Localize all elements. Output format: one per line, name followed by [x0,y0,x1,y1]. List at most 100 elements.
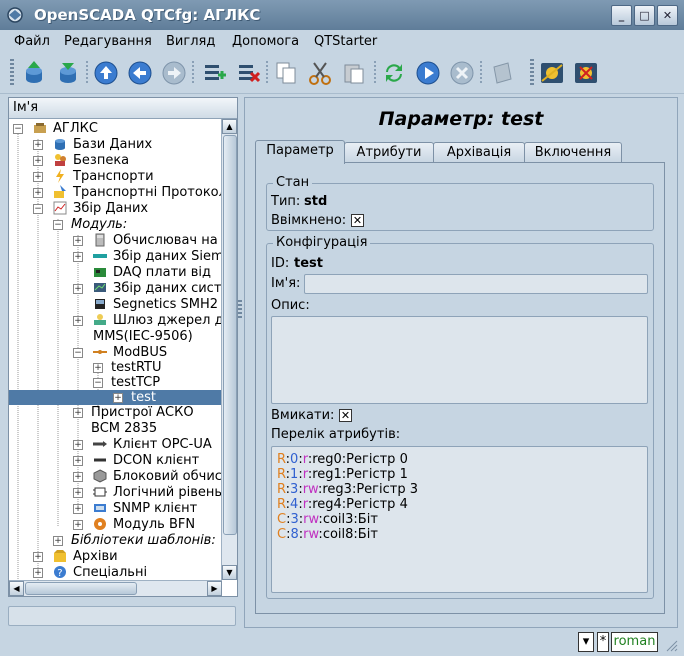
menu-view[interactable]: Вигляд [166,34,215,49]
tree-item-station[interactable]: − АГЛКС [9,121,221,136]
cut-icon[interactable] [306,59,334,87]
tree-item-specials[interactable]: +? Спеціальні [9,565,221,580]
state-group: Стан Тип: std Ввімкнено: ✕ [266,175,654,231]
snmp-icon [94,504,106,512]
content-panel: Параметр: test Параметр Атрибути Архівац… [244,97,678,628]
tree-item-template-libs[interactable]: + Бібліотеки шаблонів: [9,533,221,548]
status-modified-indicator: * [597,632,609,652]
tree-item-security[interactable]: + Безпека [9,153,221,168]
tree-item-databases[interactable]: + Бази Даних [9,137,221,152]
menu-qtstarter[interactable]: QTStarter [314,34,377,49]
status-user[interactable]: roman [611,632,658,652]
tree-item-testtcp[interactable]: − testTCP [9,375,221,390]
tree-item-system-daq[interactable]: +Збір даних систем [9,281,221,296]
tab-parameter[interactable]: Параметр [255,140,345,164]
connect-station-icon[interactable] [538,59,566,87]
minimize-button[interactable]: _ [611,5,632,26]
toolbar-separator [374,61,376,85]
vertical-scroll-thumb[interactable] [223,135,237,535]
bfn-icon [94,518,106,530]
attr-list-label: Перелік атрибутів: [271,427,401,442]
resize-grip-icon[interactable] [664,638,678,652]
tree-item-gateway[interactable]: + Шлюз джерел д [9,313,221,328]
tab-attributes[interactable]: Атрибути [344,142,434,163]
tree-item-dcon[interactable]: + DCON клієнт [9,453,221,468]
tree-item-opcua[interactable]: + Клієнт OPC-UA [9,437,221,452]
tab-archiving[interactable]: Архівація [433,142,525,163]
tree-item-modules-group[interactable]: − Модуль: [9,217,221,232]
tree-item-testrtu[interactable]: + testRTU [9,360,221,375]
block-icon [93,469,107,483]
info-icon[interactable] [488,59,516,87]
tree-header[interactable]: Ім'я [9,98,237,119]
users-icon [55,154,66,166]
paste-icon[interactable] [340,59,368,87]
close-button[interactable]: ✕ [657,5,678,26]
tree-item-bfn[interactable]: + Модуль BFN [9,517,221,532]
stop-icon[interactable] [448,59,476,87]
tree-item-modbus[interactable]: − ModBUS [9,345,221,360]
description-label: Опис: [271,298,310,313]
tree-item-snmp[interactable]: + SNMP клієнт [9,501,221,516]
station-icon [34,123,46,133]
toolbar-separator [480,61,482,85]
tree-item-test[interactable]: + test [9,390,221,405]
menu-file[interactable]: Файл [14,34,50,49]
tree-item-bcm[interactable]: BCM 2835 [9,421,221,436]
tree-item-archives[interactable]: + Архіви [9,549,221,564]
type-value: std [304,194,328,209]
tree-item-block-calc[interactable]: + Блоковий обчис [9,469,221,484]
description-textarea[interactable] [271,316,648,404]
name-input[interactable] [304,274,648,294]
toolbar-separator [192,61,194,85]
tree-item-calculator[interactable]: + Обчислювач на [9,233,221,248]
db-save-icon[interactable] [54,59,82,87]
scroll-down-button[interactable]: ▼ [222,565,237,580]
id-label: ID: [271,256,290,271]
enable-checkbox[interactable]: ✕ [339,409,352,422]
forward-icon[interactable] [160,59,188,87]
disconnect-station-icon[interactable] [572,59,600,87]
tree-item-logic-level[interactable]: + Логічний рівень [9,485,221,500]
enabled-checkbox[interactable]: ✕ [351,214,364,227]
splitter-handle[interactable] [238,300,242,320]
tree-item-transports[interactable]: + Транспорти [9,169,221,184]
refresh-icon[interactable] [380,59,408,87]
tree-item-daq-boards[interactable]: DAQ плати від [9,265,221,280]
tree-item-protocols[interactable]: + Транспортні Протоколи [9,185,221,200]
tree-header-label: Ім'я [13,100,39,115]
toolbar-grip[interactable] [10,59,14,87]
tree-item-siemens[interactable]: +Збір даних Siemens [9,249,221,264]
menu-help[interactable]: Допомога [232,34,299,49]
tree-horizontal-scrollbar[interactable]: ◀ ▶ [9,580,222,596]
menu-edit[interactable]: Редагування [64,34,152,49]
delete-item-icon[interactable] [234,59,262,87]
start-icon[interactable] [414,59,442,87]
scroll-up-button[interactable]: ▲ [222,119,237,134]
back-icon[interactable] [126,59,154,87]
tree-item-daq[interactable]: − Збір Даних [9,201,221,216]
maximize-button[interactable]: □ [634,5,655,26]
title-bar[interactable]: OpenSCADA QTCfg: АГЛКС _ □ ✕ [0,0,684,30]
attr-list-textarea[interactable]: R:0:r:reg0:Регістр 0 R:1:r:reg1:Регістр … [271,446,648,593]
horizontal-scroll-thumb[interactable] [25,582,137,595]
status-menu-button[interactable]: ▾ [578,632,594,652]
enabled-label: Ввімкнено: [271,213,347,228]
tree-vertical-scrollbar[interactable]: ▲ ▼ [221,119,237,580]
scroll-right-button[interactable]: ▶ [207,581,222,596]
add-item-icon[interactable] [200,59,228,87]
tree-item-mms[interactable]: MMS(IEC-9506) [9,329,221,344]
tree-item-segnetics[interactable]: Segnetics SMH2 [9,297,221,312]
database-icon [55,139,65,150]
copy-icon[interactable] [272,59,300,87]
scroll-left-button[interactable]: ◀ [9,581,24,596]
tree-item-asko[interactable]: + Пристрої АСКО [9,405,221,420]
up-icon[interactable] [92,59,120,87]
db-load-icon[interactable] [20,59,48,87]
tab-links[interactable]: Включення [524,142,622,163]
attr-line: R:0:r:reg0:Регістр 0 [277,452,408,467]
navigation-tree[interactable]: − АГЛКС + Бази Даних + Безпека + Транспорти … [9,119,221,580]
toolbar-grip[interactable] [530,59,534,87]
help-icon: ? [54,566,66,579]
id-value: test [294,256,323,271]
